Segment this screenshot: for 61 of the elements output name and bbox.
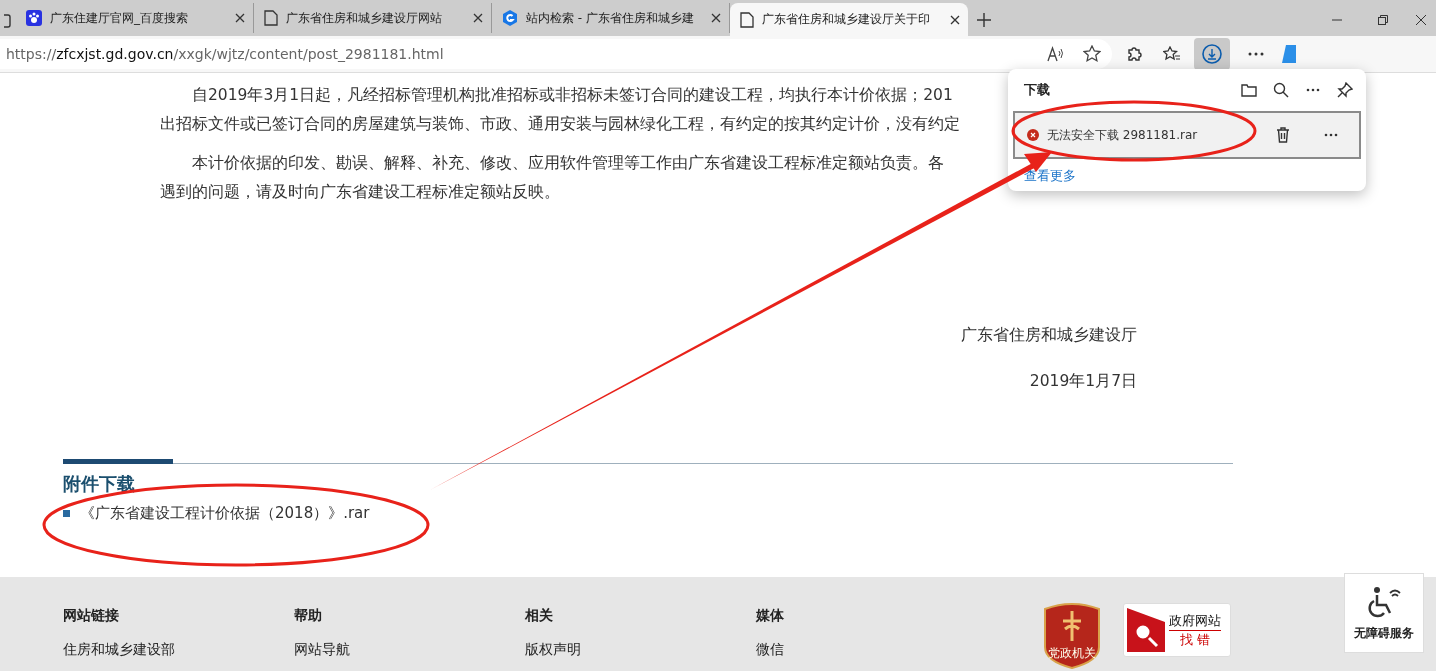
footer-heading: 相关 bbox=[525, 607, 554, 625]
download-icon[interactable] bbox=[1202, 44, 1222, 64]
search-icon[interactable] bbox=[1273, 82, 1289, 98]
see-more-link[interactable]: 查看更多 bbox=[1024, 167, 1076, 185]
browser-tab[interactable]: 广东省住房和城乡建设厅网站 bbox=[254, 3, 492, 33]
signature: 广东省住房和城乡建设厅 bbox=[960, 325, 1137, 346]
error-icon bbox=[1027, 129, 1039, 141]
plus-icon[interactable] bbox=[976, 12, 992, 28]
folder-icon[interactable] bbox=[1241, 82, 1257, 98]
trash-icon[interactable] bbox=[1275, 127, 1291, 143]
paragraph-line: 自2019年3月1日起，凡经招标管理机构批准招标或非招标未签订合同的建设工程，均执行本计价依据；201 bbox=[191, 85, 953, 106]
close-icon[interactable] bbox=[1416, 15, 1426, 25]
pin-icon[interactable] bbox=[1337, 82, 1353, 98]
close-icon[interactable] bbox=[950, 14, 960, 25]
emblem-badge[interactable]: 党政机关 bbox=[1043, 603, 1101, 669]
more-icon[interactable] bbox=[1324, 133, 1338, 137]
footer-link[interactable]: 住房和城乡建设部 bbox=[63, 641, 294, 659]
paragraph-line: 本计价依据的印发、勘误、解释、补充、修改、应用软件管理等工作由广东省建设工程标准定额站负责。各 bbox=[191, 153, 944, 174]
favorites-icon[interactable] bbox=[1163, 46, 1181, 62]
download-status: 无法安全下载 2981181.rar bbox=[1047, 126, 1199, 144]
report-error-badge[interactable]: 政府网站 找 错 bbox=[1123, 603, 1231, 657]
close-icon[interactable] bbox=[473, 13, 483, 23]
browser-tab[interactable]: 广东住建厅官网_百度搜索 bbox=[16, 3, 254, 33]
read-aloud-icon[interactable] bbox=[1047, 46, 1065, 62]
puzzle-icon[interactable] bbox=[1126, 46, 1142, 62]
tab-icon[interactable] bbox=[4, 14, 12, 28]
report-title: 政府网站 bbox=[1169, 611, 1221, 631]
browser-tab[interactable]: 站内检索 - 广东省住房和城乡建 bbox=[492, 3, 730, 33]
page-icon bbox=[740, 11, 754, 28]
tab-title: 广东省住房和城乡建设厅网站 bbox=[286, 9, 443, 27]
tab-title: 广东省住房和城乡建设厅关于印 bbox=[762, 11, 931, 28]
wheelchair-icon bbox=[1366, 584, 1402, 619]
attachment-link[interactable]: 《广东省建设工程计价依据（2018）》.rar bbox=[63, 504, 370, 523]
footer-heading: 网站链接 bbox=[63, 607, 120, 625]
tab-title: 站内检索 - 广东省住房和城乡建 bbox=[526, 9, 695, 27]
footer-link[interactable]: 微信 bbox=[756, 641, 987, 659]
accessibility-button[interactable]: 无障碍服务 bbox=[1344, 573, 1424, 653]
page-icon bbox=[264, 10, 278, 26]
footer-heading: 媒体 bbox=[756, 607, 785, 625]
tab-title: 广东住建厅官网_百度搜索 bbox=[50, 9, 189, 27]
footer-link[interactable]: 网站导航 bbox=[294, 641, 525, 659]
footer-heading: 帮助 bbox=[294, 607, 323, 625]
star-icon[interactable] bbox=[1083, 45, 1101, 63]
paragraph-line: 遇到的问题，请及时向广东省建设工程标准定额站反映。 bbox=[160, 182, 560, 203]
shield-icon bbox=[502, 10, 518, 26]
magnifier-icon bbox=[1127, 608, 1165, 652]
close-icon[interactable] bbox=[235, 13, 245, 23]
paragraph-line: 出招标文件或已签订合同的房屋建筑与装饰、市政、通用安装与园林绿化工程，有约定的按其约定计价，没有约定 bbox=[160, 114, 960, 135]
date: 2019年1月7日 bbox=[1028, 371, 1137, 392]
download-item[interactable]: 无法安全下载 2981181.rar bbox=[1013, 111, 1361, 159]
attachment-heading: 附件下载 bbox=[63, 472, 136, 496]
more-icon[interactable] bbox=[1306, 88, 1320, 92]
address-field[interactable]: https://zfcxjst.gd.gov.cn/xxgk/wjtz/content/post_2981181.html bbox=[0, 39, 1112, 69]
paw-icon bbox=[26, 10, 42, 26]
more-icon[interactable] bbox=[1248, 52, 1264, 56]
restore-icon[interactable] bbox=[1378, 15, 1388, 25]
close-icon[interactable] bbox=[711, 13, 721, 23]
panel-title: 下载 bbox=[1024, 81, 1051, 99]
footer-link[interactable]: 版权声明 bbox=[525, 641, 756, 659]
browser-tab[interactable]: 广东省住房和城乡建设厅关于印 bbox=[730, 3, 968, 36]
report-subtitle: 找 错 bbox=[1179, 630, 1211, 649]
